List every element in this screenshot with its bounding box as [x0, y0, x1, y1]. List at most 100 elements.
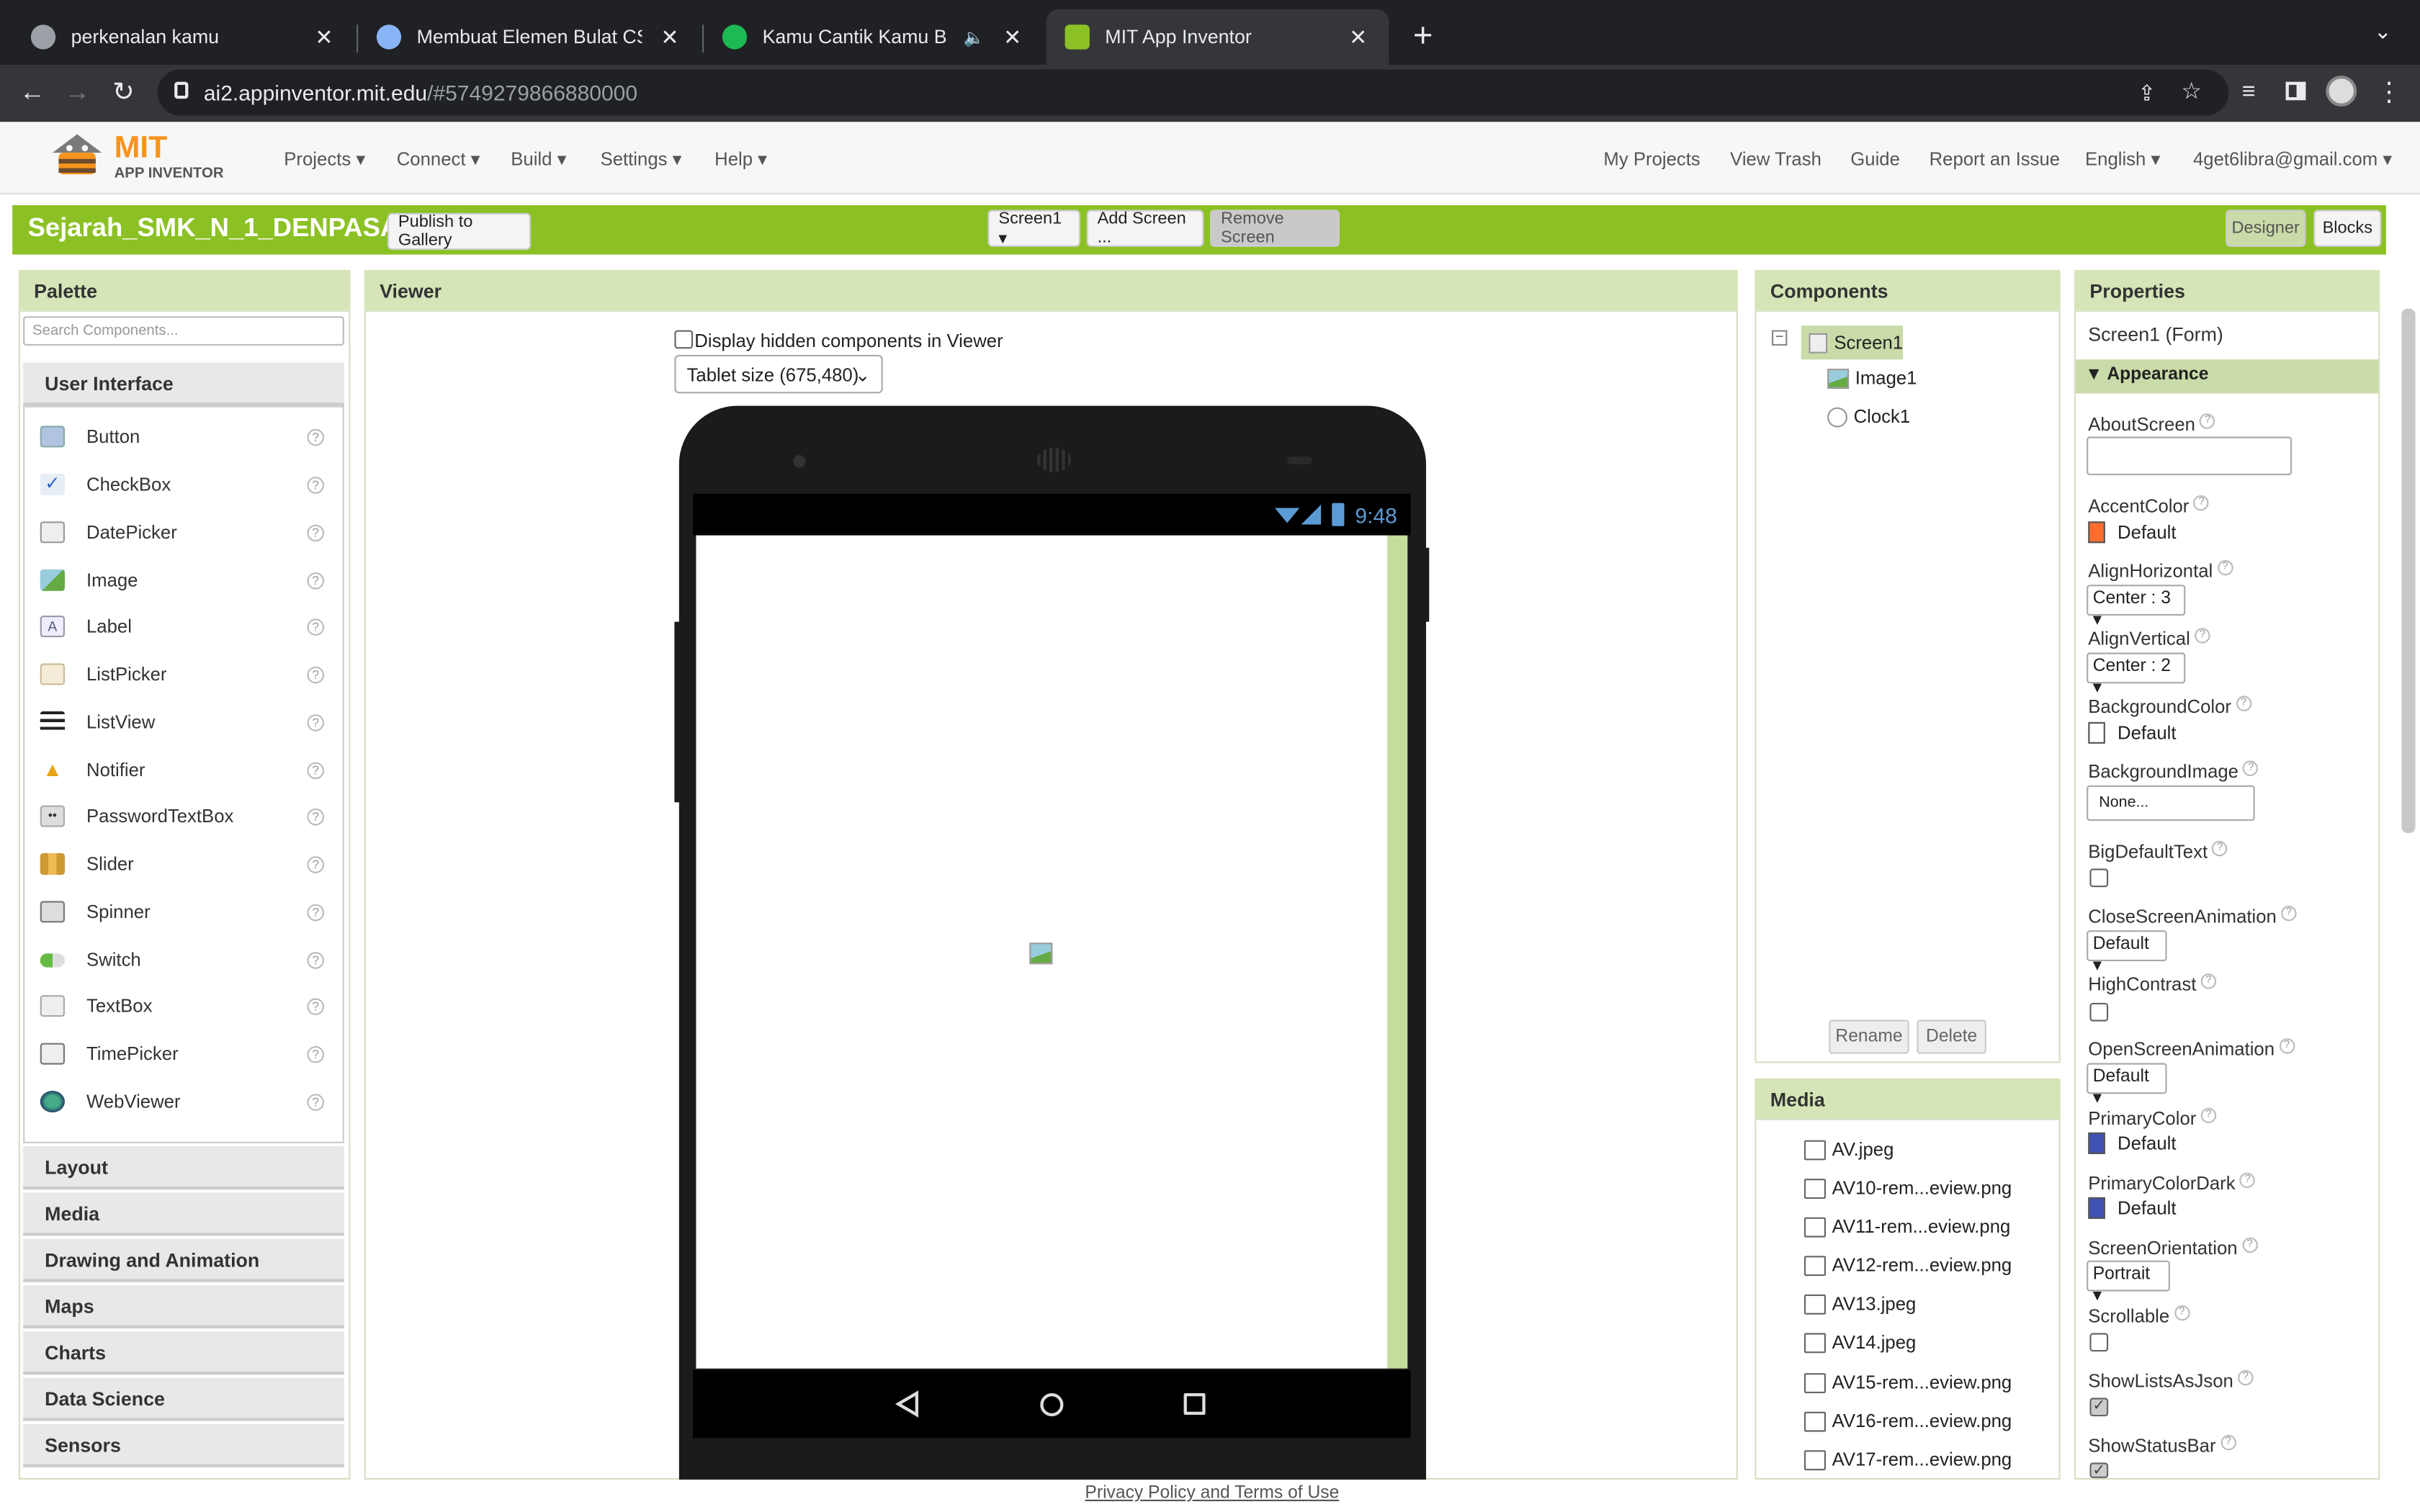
palette-item-notifier[interactable]: ▲ Notifier?	[40, 755, 333, 786]
menu-build[interactable]: Build ▾	[511, 148, 566, 170]
link-guide[interactable]: Guide	[1850, 148, 1900, 170]
category-sensors[interactable]: Sensors	[23, 1423, 344, 1467]
menu-account[interactable]: 4get6libra@gmail.com ▾	[2193, 148, 2392, 170]
publish-to-gallery-button[interactable]: Publish to Gallery	[387, 212, 532, 251]
palette-item-webviewer[interactable]: WebViewer?	[40, 1086, 333, 1117]
url-text[interactable]: ai2.appinventor.mit.edu/#574927986688000…	[204, 80, 637, 104]
category-charts[interactable]: Charts	[23, 1331, 344, 1375]
tree-item-screen1[interactable]: Screen1	[1801, 325, 1904, 360]
tab-spotify[interactable]: Kamu Cantik Kamu Baik - 🔈 ✕	[704, 9, 1043, 65]
help-icon[interactable]: ?	[307, 807, 324, 825]
palette-item-switch[interactable]: Switch?	[40, 944, 333, 975]
help-icon[interactable]: ?	[307, 618, 324, 635]
background-image-picker[interactable]: None...	[2087, 785, 2255, 821]
media-file-item[interactable]: AV13.jpeg	[1804, 1293, 1916, 1315]
palette-item-image[interactable]: Image?	[40, 564, 333, 595]
help-icon[interactable]: ?	[2238, 1369, 2254, 1386]
forward-icon[interactable]: →	[60, 77, 94, 108]
palette-item-button[interactable]: Button?	[40, 421, 333, 452]
palette-item-textbox[interactable]: TextBox?	[40, 991, 333, 1022]
help-icon[interactable]: ?	[2212, 840, 2228, 857]
search-components-input[interactable]: Search Components...	[23, 316, 344, 346]
help-icon[interactable]: ?	[2195, 628, 2210, 644]
help-icon[interactable]: ?	[307, 761, 324, 779]
mit-logo[interactable]: MIT APP INVENTOR	[46, 128, 231, 186]
open-animation-select[interactable]: Default ▾	[2087, 1063, 2167, 1108]
menu-connect[interactable]: Connect ▾	[397, 148, 480, 170]
palette-item-timepicker[interactable]: TimePicker?	[40, 1038, 333, 1069]
menu-help[interactable]: Help ▾	[714, 148, 767, 170]
tab-css[interactable]: Membuat Elemen Bulat CSS ✕	[358, 9, 701, 65]
help-icon[interactable]: ?	[307, 523, 324, 541]
scrollable-checkbox[interactable]	[2089, 1333, 2109, 1352]
help-icon[interactable]: ?	[307, 1093, 324, 1110]
media-file-item[interactable]: AV14.jpeg	[1804, 1331, 1916, 1353]
star-icon[interactable]: ☆	[2174, 77, 2208, 108]
new-tab-icon[interactable]: +	[1407, 15, 1438, 55]
help-icon[interactable]: ?	[307, 665, 324, 683]
privacy-policy-link[interactable]: Privacy Policy and Terms of Use	[1085, 1484, 1339, 1503]
help-icon[interactable]: ?	[2242, 1237, 2258, 1253]
palette-item-label[interactable]: A Label?	[40, 611, 333, 642]
help-icon[interactable]: ?	[307, 714, 324, 731]
media-file-item[interactable]: AV15-rem...eview.png	[1804, 1372, 2012, 1393]
help-icon[interactable]: ?	[2193, 495, 2210, 511]
remove-screen-button[interactable]: Remove Screen	[1210, 210, 1340, 247]
align-horizontal-select[interactable]: Center : 3 ▾	[2087, 585, 2186, 629]
menu-settings[interactable]: Settings ▾	[601, 148, 682, 170]
close-tab-icon[interactable]: ✕	[1346, 24, 1371, 50]
help-icon[interactable]: ?	[307, 855, 324, 873]
help-icon[interactable]: ?	[2200, 1107, 2217, 1123]
category-user-interface[interactable]: User Interface	[23, 362, 344, 406]
blocks-button[interactable]: Blocks	[2313, 210, 2382, 247]
help-icon[interactable]: ?	[307, 1045, 324, 1063]
primary-color-picker[interactable]: Default	[2088, 1132, 2176, 1154]
palette-item-passwordtextbox[interactable]: •• PasswordTextBox?	[40, 801, 333, 832]
tab-app-inventor[interactable]: MIT App Inventor ✕	[1046, 9, 1389, 66]
help-icon[interactable]: ?	[2217, 559, 2233, 576]
device-size-select[interactable]: Tablet size (675,480) ⌄	[674, 354, 883, 394]
delete-button[interactable]: Delete	[1917, 1020, 1986, 1054]
help-icon[interactable]: ?	[2279, 1038, 2295, 1054]
palette-item-checkbox[interactable]: ✓ CheckBox?	[40, 469, 333, 500]
image1-placeholder-icon[interactable]	[1029, 942, 1053, 965]
category-data-science[interactable]: Data Science	[23, 1377, 344, 1421]
rename-button[interactable]: Rename	[1829, 1020, 1909, 1054]
primary-dark-color-picker[interactable]: Default	[2088, 1197, 2176, 1219]
category-maps[interactable]: Maps	[23, 1285, 344, 1328]
show-status-bar-checkbox[interactable]: ✓	[2089, 1462, 2109, 1479]
about-screen-textarea[interactable]	[2087, 436, 2293, 475]
page-scrollbar[interactable]	[2401, 308, 2416, 834]
media-file-item[interactable]: AV11-rem...eview.png	[1804, 1216, 2010, 1238]
align-vertical-select[interactable]: Center : 2 ▾	[2087, 652, 2186, 698]
close-animation-select[interactable]: Default ▾	[2087, 930, 2167, 975]
help-icon[interactable]: ?	[307, 951, 324, 968]
side-panel-icon[interactable]	[2285, 81, 2306, 101]
help-icon[interactable]: ?	[2200, 413, 2215, 429]
help-icon[interactable]: ?	[2200, 973, 2217, 989]
big-default-text-checkbox[interactable]	[2089, 868, 2109, 888]
media-file-item[interactable]: AV.jpeg	[1804, 1138, 1894, 1160]
media-file-item[interactable]: AV10-rem...eview.png	[1804, 1177, 2012, 1199]
accent-color-picker[interactable]: Default	[2088, 521, 2176, 544]
back-icon[interactable]: ←	[15, 77, 49, 108]
kebab-menu-icon[interactable]: ⋮	[2372, 77, 2406, 108]
help-icon[interactable]: ?	[307, 571, 324, 589]
menu-projects[interactable]: Projects ▾	[284, 148, 365, 170]
share-icon[interactable]: ⇪	[2130, 77, 2164, 108]
link-my-projects[interactable]: My Projects	[1603, 148, 1700, 170]
help-icon[interactable]: ?	[307, 997, 324, 1014]
show-lists-json-checkbox[interactable]: ✓	[2089, 1398, 2109, 1417]
category-media[interactable]: Media	[23, 1192, 344, 1236]
help-icon[interactable]: ?	[2236, 696, 2251, 711]
category-layout[interactable]: Layout	[23, 1146, 344, 1190]
close-tab-icon[interactable]: ✕	[658, 24, 682, 50]
reload-icon[interactable]: ↻	[107, 77, 140, 108]
help-icon[interactable]: ?	[2240, 1172, 2256, 1188]
tree-item-clock1[interactable]: Clock1	[1827, 406, 1910, 428]
palette-item-datepicker[interactable]: DatePicker?	[40, 517, 333, 548]
help-icon[interactable]: ?	[307, 428, 324, 446]
high-contrast-checkbox[interactable]	[2089, 1002, 2109, 1022]
screen-select[interactable]: Screen1 ▾	[987, 209, 1080, 248]
appearance-section[interactable]: ▼ Appearance	[2076, 359, 2379, 394]
